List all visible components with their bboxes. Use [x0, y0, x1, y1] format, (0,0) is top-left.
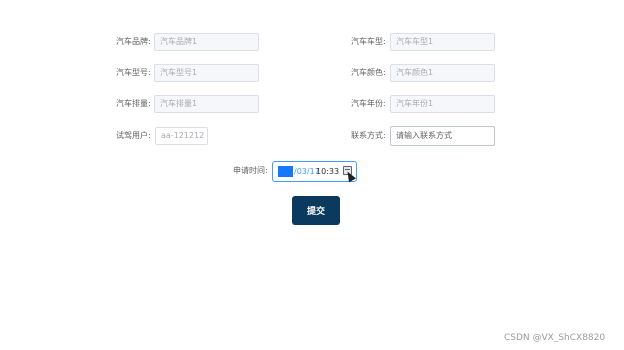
- car-brand-field[interactable]: 汽车品牌1: [154, 33, 259, 51]
- car-color-label: 汽车颜色:: [351, 68, 386, 77]
- car-displacement-label: 汽车排量:: [116, 99, 151, 108]
- car-year-label: 汽车年份:: [351, 99, 386, 108]
- car-year-field[interactable]: 汽车年份1: [390, 95, 495, 113]
- contact-label: 联系方式:: [351, 131, 386, 140]
- test-drive-user-label: 试驾用户:: [116, 131, 151, 140]
- contact-input[interactable]: 请输入联系方式: [390, 126, 495, 146]
- car-color-field[interactable]: 汽车颜色1: [390, 64, 495, 82]
- car-model-field[interactable]: 汽车型号1: [154, 64, 259, 82]
- time-segment[interactable]: 10:33: [316, 162, 339, 181]
- car-model-label: 汽车型号:: [116, 68, 151, 77]
- test-drive-user-field[interactable]: aa-121212: [155, 127, 208, 145]
- submit-button[interactable]: 提交: [292, 196, 340, 225]
- year-segment-selected[interactable]: [278, 166, 293, 177]
- watermark: CSDN @VX_ShCX8820: [504, 333, 606, 343]
- apply-time-datetime-input[interactable]: /03/17 10:33: [272, 161, 357, 182]
- car-type-label: 汽车车型:: [351, 37, 386, 46]
- car-type-field[interactable]: 汽车车型1: [390, 33, 495, 51]
- car-displacement-field[interactable]: 汽车排量1: [154, 95, 259, 113]
- apply-time-label: 申请时间:: [233, 166, 268, 175]
- car-brand-label: 汽车品牌:: [116, 37, 151, 46]
